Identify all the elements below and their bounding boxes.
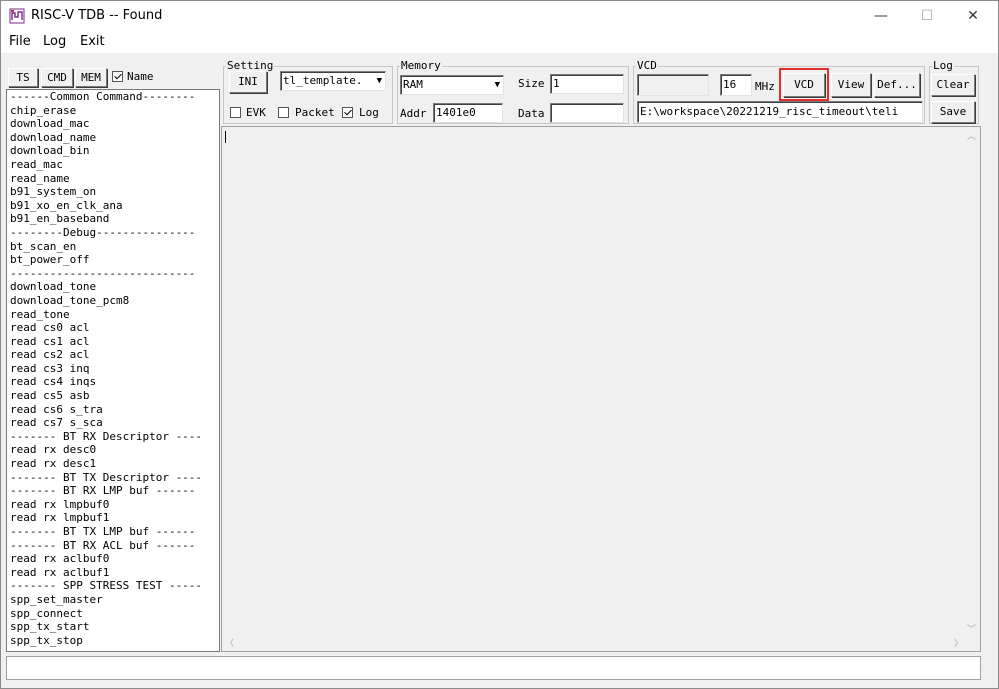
clear-button[interactable]: Clear	[931, 74, 975, 96]
chevron-down-icon: ▼	[494, 80, 500, 90]
command-item[interactable]: read cs3 inq	[7, 362, 219, 376]
chevron-down-icon: ▼	[376, 76, 382, 86]
command-item[interactable]: spp_tx_stop	[7, 634, 219, 648]
command-item[interactable]: spp_tx_start	[7, 620, 219, 634]
command-item[interactable]: ------- BT RX Descriptor ----	[7, 430, 219, 444]
size-label: Size	[518, 77, 545, 90]
vcd-path-input[interactable]: E:\workspace\20221219_risc_timeout\teli	[637, 101, 923, 123]
app-window: RISC-V TDB -- Found — ☐ ✕ File Log Exit …	[0, 0, 999, 689]
command-item[interactable]: ------- BT TX Descriptor ----	[7, 471, 219, 485]
menu-exit[interactable]: Exit	[80, 34, 105, 49]
command-item[interactable]: read cs4 inqs	[7, 375, 219, 389]
memory-type-value: RAM	[403, 78, 423, 91]
command-item[interactable]: download_name	[7, 131, 219, 145]
memory-type-select[interactable]: RAM ▼	[400, 75, 504, 95]
maximize-button[interactable]: ☐	[904, 1, 950, 31]
command-item[interactable]: read cs5 asb	[7, 389, 219, 403]
window-title: RISC-V TDB -- Found	[31, 8, 163, 23]
app-logo-icon	[9, 8, 25, 24]
command-item[interactable]: read cs7 s_sca	[7, 416, 219, 430]
command-item[interactable]: ------- SPP STRESS TEST -----	[7, 579, 219, 593]
command-item[interactable]: read_name	[7, 172, 219, 186]
log-output-area[interactable]: ︿ ﹀ 〈 〉	[221, 126, 981, 652]
command-item[interactable]: download_mac	[7, 117, 219, 131]
name-checkbox[interactable]	[112, 71, 123, 82]
vcd-group-label: VCD	[636, 59, 658, 72]
command-item[interactable]: ------- BT TX LMP buf ------	[7, 525, 219, 539]
command-item[interactable]: read_tone	[7, 308, 219, 322]
data-input[interactable]	[550, 103, 624, 123]
save-button[interactable]: Save	[931, 101, 975, 123]
vcd-field[interactable]	[637, 74, 709, 96]
addr-label: Addr	[400, 107, 427, 120]
command-item[interactable]: chip_erase	[7, 104, 219, 118]
command-item[interactable]: read rx lmpbuf0	[7, 498, 219, 512]
packet-checkbox[interactable]	[278, 107, 289, 118]
text-caret	[225, 131, 226, 143]
vertical-scrollbar[interactable]: ︿ ﹀	[963, 127, 980, 635]
command-item[interactable]: read rx aclbuf1	[7, 566, 219, 580]
log-checkbox[interactable]	[342, 107, 353, 118]
mhz-label: MHz	[755, 80, 775, 93]
scroll-down-icon[interactable]: ﹀	[967, 622, 976, 635]
view-button[interactable]: View	[831, 73, 871, 97]
command-item[interactable]: download_tone	[7, 280, 219, 294]
addr-input[interactable]: 1401e0	[433, 103, 503, 123]
evk-checkbox[interactable]	[230, 107, 241, 118]
cmd-button[interactable]: CMD	[41, 68, 73, 87]
command-item[interactable]: download_bin	[7, 144, 219, 158]
command-item[interactable]: bt_scan_en	[7, 240, 219, 254]
command-item[interactable]: spp_set_master	[7, 593, 219, 607]
command-item[interactable]: spp_connect	[7, 607, 219, 621]
command-item[interactable]: read rx desc1	[7, 457, 219, 471]
scroll-right-icon[interactable]: 〉	[954, 636, 963, 649]
memory-group-label: Memory	[400, 59, 442, 72]
scroll-left-icon[interactable]: 〈	[225, 636, 234, 649]
mem-button[interactable]: MEM	[75, 68, 107, 87]
mhz-input[interactable]: 16	[720, 74, 752, 96]
menu-file[interactable]: File	[9, 34, 31, 49]
command-item[interactable]: ------- BT RX LMP buf ------	[7, 484, 219, 498]
horizontal-scrollbar[interactable]: 〈 〉	[222, 634, 963, 651]
name-checkbox-label: Name	[127, 70, 154, 83]
command-item[interactable]: read cs1 acl	[7, 335, 219, 349]
ts-button[interactable]: TS	[8, 68, 38, 87]
command-item[interactable]: b91_system_on	[7, 185, 219, 199]
command-item[interactable]: read rx lmpbuf1	[7, 511, 219, 525]
command-item[interactable]: read cs2 acl	[7, 348, 219, 362]
menu-bar: File Log Exit	[1, 31, 998, 53]
minimize-button[interactable]: —	[858, 1, 904, 31]
size-input[interactable]: 1	[550, 74, 624, 94]
command-item[interactable]: ------- BT RX ACL buf ------	[7, 539, 219, 553]
def-button[interactable]: Def...	[874, 73, 920, 97]
command-item[interactable]: read rx aclbuf0	[7, 552, 219, 566]
command-item[interactable]: read cs6 s_tra	[7, 403, 219, 417]
command-item[interactable]: read rx desc0	[7, 443, 219, 457]
command-item[interactable]: ------Common Command--------	[7, 90, 219, 104]
command-input[interactable]	[6, 656, 981, 680]
command-item[interactable]: --------Debug---------------	[7, 226, 219, 240]
packet-label: Packet	[295, 106, 335, 119]
log-checkbox-label: Log	[359, 106, 379, 119]
command-item[interactable]: read_mac	[7, 158, 219, 172]
title-bar: RISC-V TDB -- Found — ☐ ✕	[1, 1, 998, 31]
command-item[interactable]: b91_xo_en_clk_ana	[7, 199, 219, 213]
highlight-box	[779, 68, 829, 101]
menu-log[interactable]: Log	[43, 34, 66, 49]
scroll-up-icon[interactable]: ︿	[967, 129, 976, 142]
command-item[interactable]: download_tone_pcm8	[7, 294, 219, 308]
command-item[interactable]: bt_power_off	[7, 253, 219, 267]
command-item[interactable]: ----------------------------	[7, 267, 219, 281]
evk-label: EVK	[246, 106, 266, 119]
command-item[interactable]: b91_en_baseband	[7, 212, 219, 226]
data-label: Data	[518, 107, 545, 120]
template-select[interactable]: tl_template. ▼	[280, 71, 386, 91]
command-list[interactable]: ------Common Command-------- chip_erase do…	[6, 89, 220, 652]
ini-button[interactable]: INI	[229, 71, 267, 93]
close-button[interactable]: ✕	[950, 1, 996, 31]
command-item[interactable]: read cs0 acl	[7, 321, 219, 335]
template-select-value: tl_template.	[283, 74, 363, 87]
log-group-label: Log	[932, 59, 954, 72]
